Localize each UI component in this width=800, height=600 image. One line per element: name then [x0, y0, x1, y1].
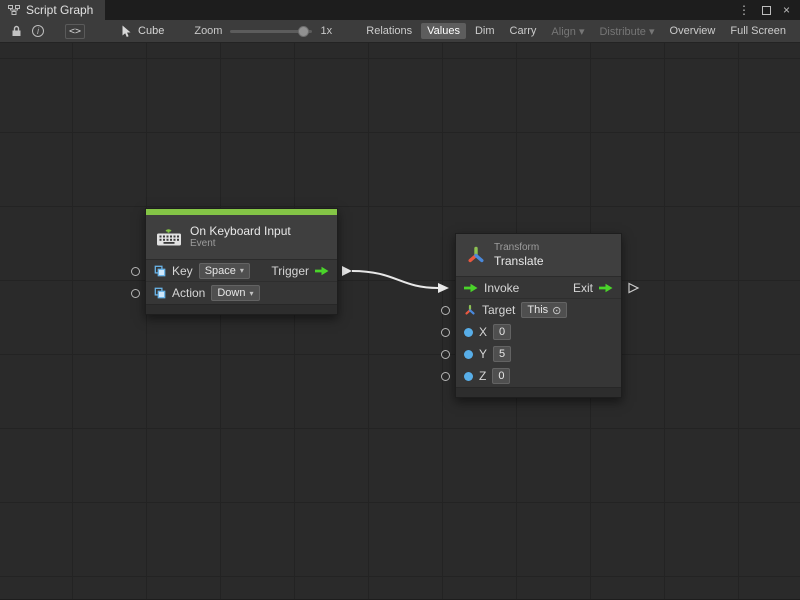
- node-translate[interactable]: Transform Translate Invoke Exit: [455, 233, 622, 398]
- action-row: Action Down ▾: [146, 282, 337, 304]
- zoom-slider[interactable]: [230, 25, 312, 37]
- z-port-label: Z: [479, 369, 486, 383]
- tab-script-graph[interactable]: Script Graph: [0, 0, 105, 20]
- exit-port-label: Exit: [573, 281, 593, 295]
- script-graph-icon: [8, 4, 20, 16]
- node-subtitle: Event: [190, 238, 291, 250]
- node-on-keyboard-input[interactable]: On Keyboard Input Event Key Space ▾ Trig…: [145, 208, 338, 315]
- target-value-field[interactable]: This ⊙: [521, 302, 567, 318]
- node-title: Translate: [494, 254, 544, 268]
- graph-toolbar: i <> Cube Zoom 1x Relations Values Dim C…: [0, 20, 800, 43]
- x-value: 0: [499, 326, 505, 338]
- connection-wire[interactable]: [352, 271, 438, 288]
- exit-output-port-triangle[interactable]: [629, 284, 638, 293]
- y-value-field[interactable]: 5: [493, 346, 511, 362]
- x-port-label: X: [479, 325, 487, 339]
- target-value: This: [527, 304, 548, 316]
- carry-button[interactable]: Carry: [504, 23, 543, 39]
- z-value-field[interactable]: 0: [492, 368, 510, 384]
- lock-icon[interactable]: [11, 25, 22, 37]
- distribute-button[interactable]: Distribute ▾: [593, 23, 660, 40]
- close-icon[interactable]: ×: [783, 4, 790, 16]
- chevron-down-icon: ▾: [240, 266, 244, 275]
- x-value-field[interactable]: 0: [493, 324, 511, 340]
- transform-icon: [464, 304, 476, 316]
- z-input-port[interactable]: [441, 372, 450, 381]
- target-row: Target This ⊙: [456, 299, 621, 321]
- invoke-row: Invoke Exit: [456, 277, 621, 299]
- target-input-port[interactable]: [441, 306, 450, 315]
- node-title: On Keyboard Input: [190, 224, 291, 238]
- y-row: Y 5: [456, 343, 621, 365]
- edit-source-icon[interactable]: <>: [65, 24, 85, 39]
- transform-icon: [466, 245, 486, 265]
- context-label: Cube: [138, 25, 164, 37]
- maximize-icon[interactable]: [762, 6, 771, 15]
- chevron-down-icon: ▾: [249, 289, 253, 298]
- zoom-group: Zoom 1x: [194, 25, 332, 37]
- action-input-port[interactable]: [131, 289, 140, 298]
- value-port-icon[interactable]: [464, 372, 473, 381]
- z-row: Z 0: [456, 365, 621, 387]
- connection-arrowhead: [438, 283, 449, 293]
- value-port-icon[interactable]: [464, 328, 473, 337]
- z-value: 0: [498, 370, 504, 382]
- connections-layer: [0, 43, 800, 599]
- info-icon[interactable]: i: [32, 25, 44, 37]
- action-port-label: Action: [172, 286, 205, 300]
- trigger-flow-arrow-icon[interactable]: [315, 266, 329, 276]
- invoke-flow-arrow-icon[interactable]: [464, 283, 478, 293]
- key-port-label: Key: [172, 264, 193, 278]
- dim-button[interactable]: Dim: [469, 23, 501, 39]
- toolbar-buttons: Relations Values Dim Carry Align ▾ Distr…: [360, 23, 794, 40]
- values-button[interactable]: Values: [421, 23, 466, 39]
- node-footer: [146, 304, 337, 314]
- node-header[interactable]: Transform Translate: [456, 234, 621, 277]
- exit-flow-arrow-icon[interactable]: [599, 283, 613, 293]
- graph-context[interactable]: Cube: [121, 25, 164, 38]
- window-controls: ⋮ ×: [738, 0, 800, 20]
- x-input-port[interactable]: [441, 328, 450, 337]
- graph-canvas[interactable]: On Keyboard Input Event Key Space ▾ Trig…: [0, 43, 800, 599]
- value-port-icon[interactable]: [464, 350, 473, 359]
- y-value: 5: [499, 348, 505, 360]
- y-port-label: Y: [479, 347, 487, 361]
- zoom-value: 1x: [320, 25, 332, 37]
- window-menu-icon[interactable]: ⋮: [738, 4, 750, 16]
- node-header[interactable]: On Keyboard Input Event: [146, 215, 337, 260]
- trigger-output-port-triangle[interactable]: [342, 266, 352, 276]
- window-titlebar: Script Graph ⋮ ×: [0, 0, 800, 20]
- literal-icon: [154, 287, 166, 299]
- target-port-label: Target: [482, 303, 515, 317]
- key-row: Key Space ▾ Trigger: [146, 260, 337, 282]
- relations-button[interactable]: Relations: [360, 23, 418, 39]
- keyboard-icon: [156, 227, 182, 247]
- trigger-port-label: Trigger: [271, 264, 309, 278]
- node-footer: [456, 387, 621, 397]
- key-input-port[interactable]: [131, 267, 140, 276]
- key-dropdown-value: Space: [205, 265, 236, 277]
- invoke-port-label: Invoke: [484, 281, 519, 295]
- literal-icon: [154, 265, 166, 277]
- object-picker-icon[interactable]: ⊙: [552, 304, 561, 317]
- x-row: X 0: [456, 321, 621, 343]
- align-button[interactable]: Align ▾: [545, 23, 590, 40]
- y-input-port[interactable]: [441, 350, 450, 359]
- overview-button[interactable]: Overview: [664, 23, 722, 39]
- key-dropdown[interactable]: Space ▾: [199, 263, 250, 279]
- action-dropdown[interactable]: Down ▾: [211, 285, 259, 301]
- action-dropdown-value: Down: [217, 287, 245, 299]
- tab-label: Script Graph: [26, 3, 93, 17]
- pointer-icon: [121, 25, 132, 38]
- fullscreen-button[interactable]: Full Screen: [724, 23, 792, 39]
- node-category: Transform: [494, 242, 544, 254]
- zoom-label: Zoom: [194, 25, 222, 37]
- zoom-slider-handle[interactable]: [298, 26, 309, 37]
